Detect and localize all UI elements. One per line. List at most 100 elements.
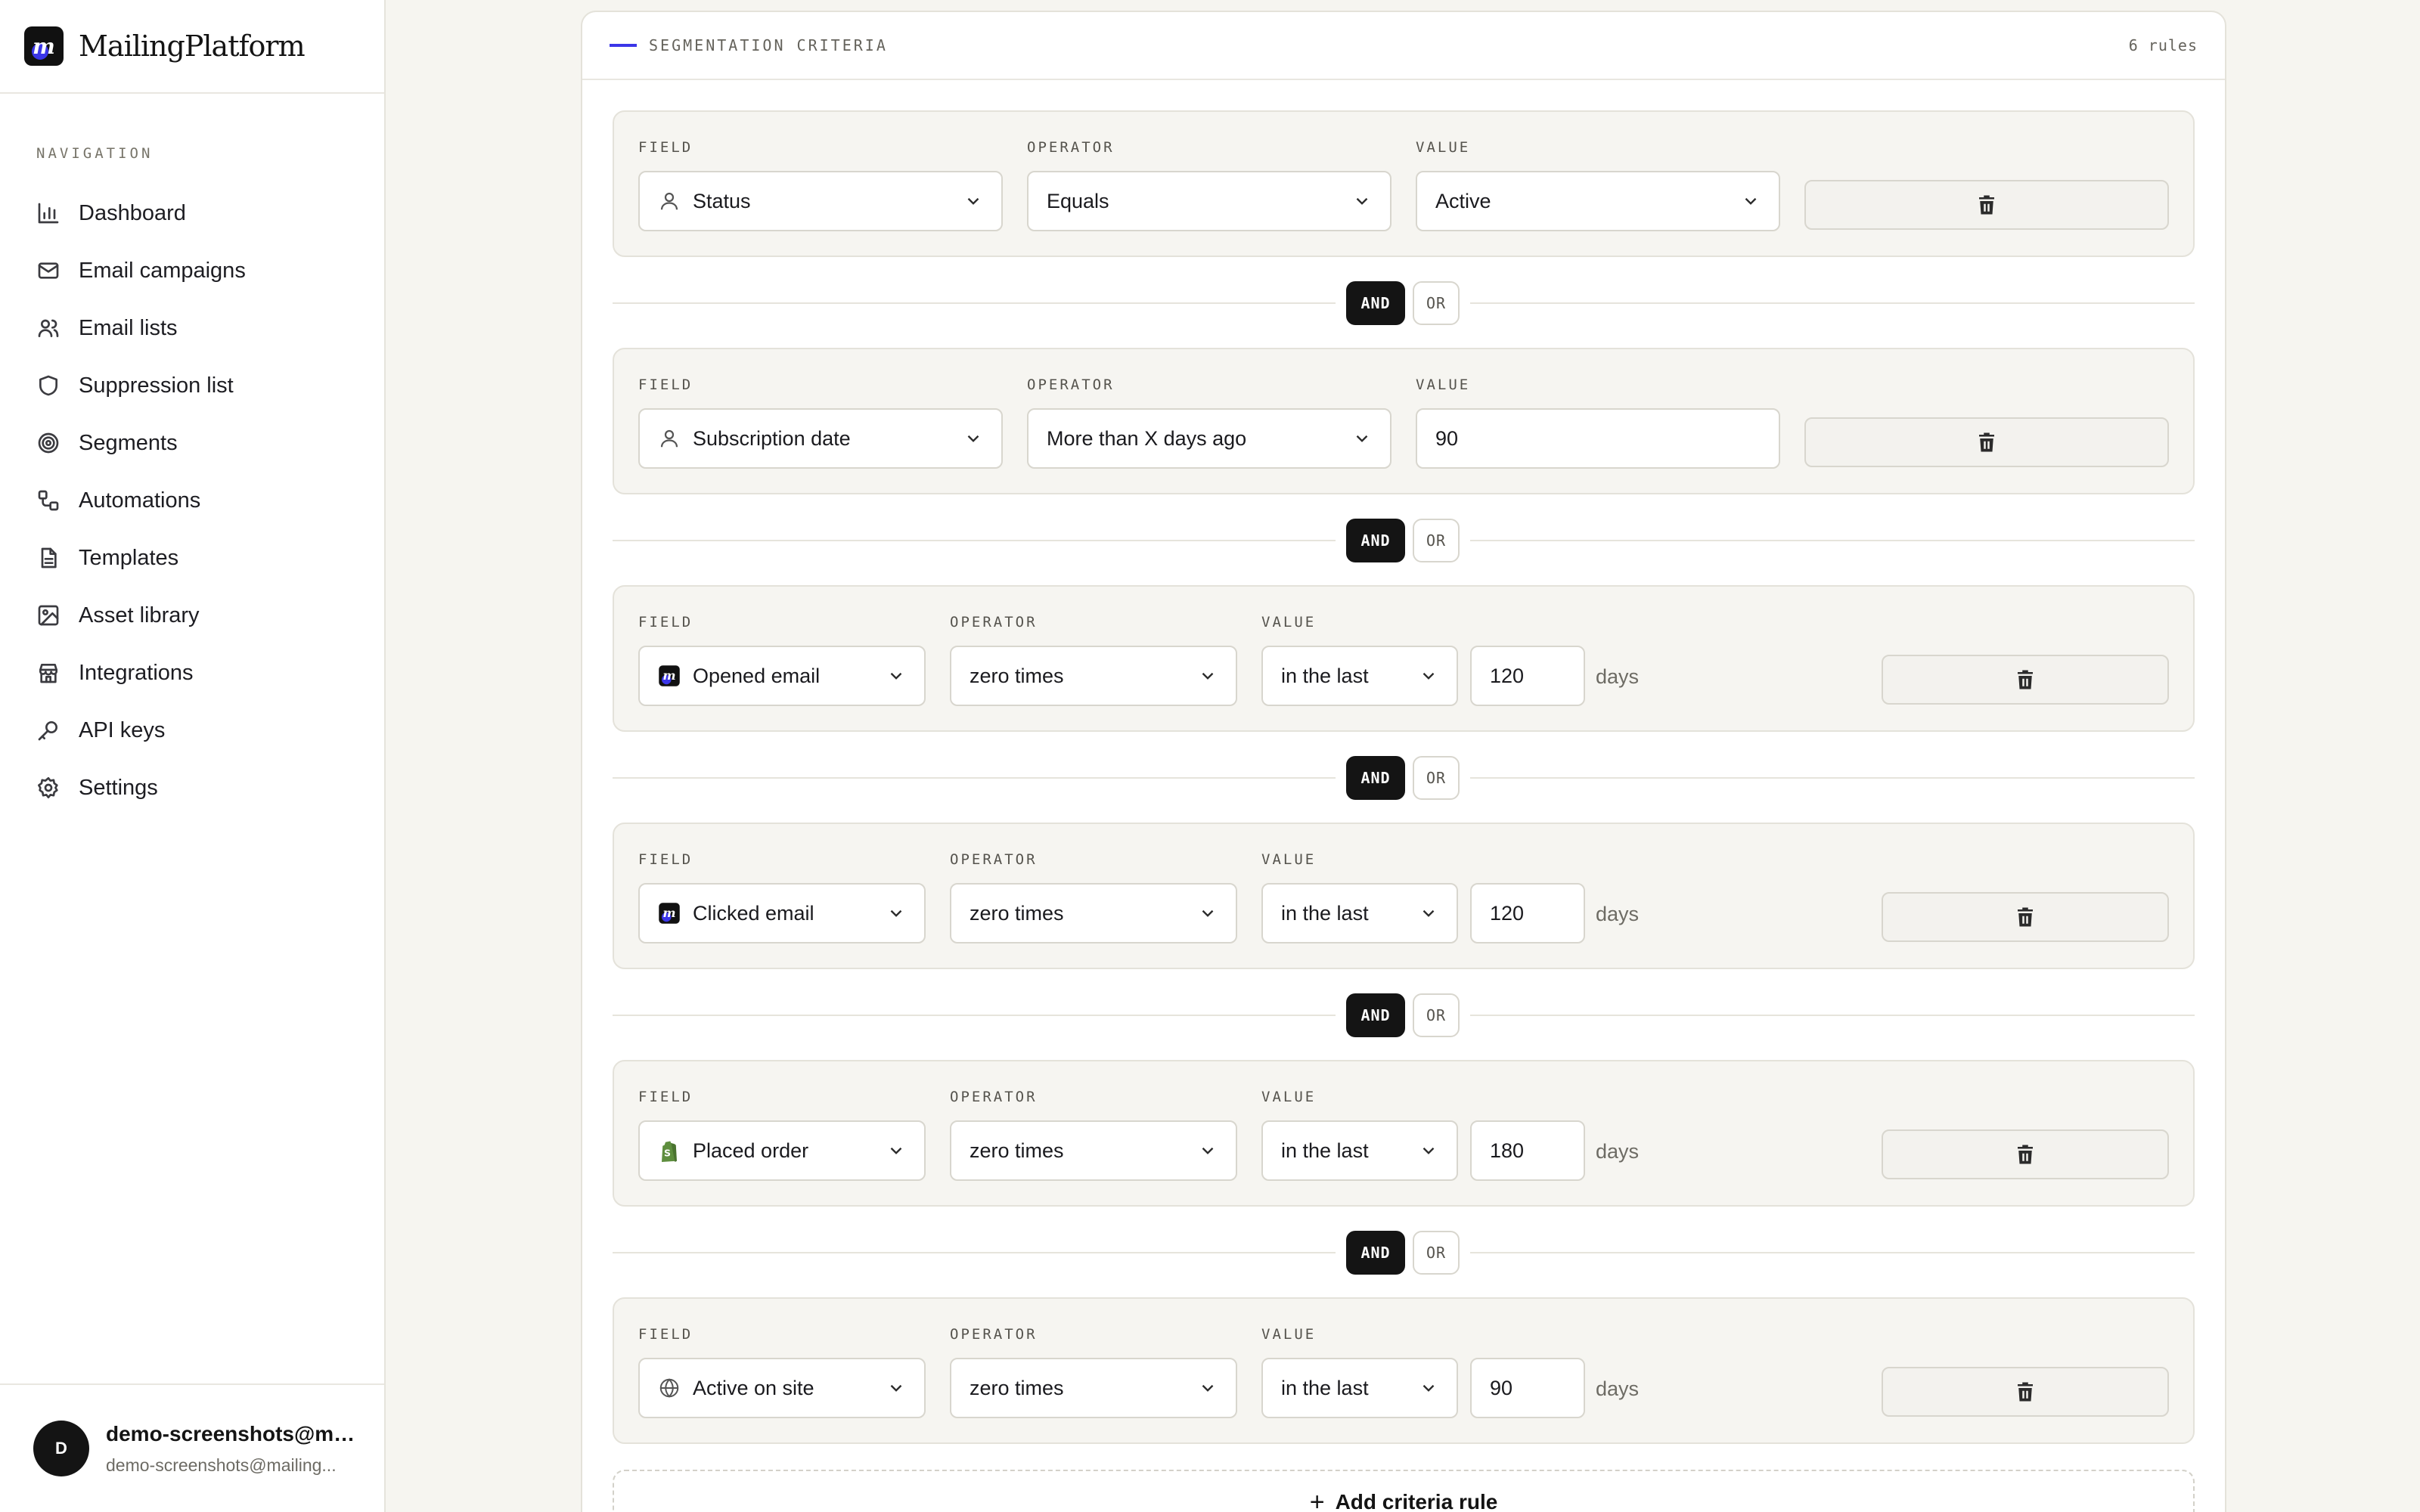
timeframe-value: in the last xyxy=(1281,1376,1369,1399)
sidebar-item-settings[interactable]: Settings xyxy=(0,759,384,816)
sidebar-item-templates[interactable]: Templates xyxy=(0,529,384,587)
field-select[interactable]: m Clicked email xyxy=(638,883,926,943)
shield-icon xyxy=(39,375,57,396)
delete-rule-button[interactable] xyxy=(1882,655,2169,705)
operator-label: OPERATOR xyxy=(1027,139,1115,156)
accent-bar xyxy=(610,44,637,47)
value-label: VALUE xyxy=(1416,139,1471,156)
value-label: VALUE xyxy=(1261,1089,1317,1105)
trash-icon xyxy=(1979,432,1994,452)
days-input-text: 120 xyxy=(1490,664,1525,687)
delete-rule-button[interactable] xyxy=(1804,417,2169,467)
criteria-rule: FIELD OPERATOR VALUE Subscription date M… xyxy=(613,348,2195,494)
value-input[interactable]: 90 xyxy=(1416,408,1780,469)
segmentation-criteria-card: SEGMENTATION CRITERIA 6 rules FIELD OPER… xyxy=(581,11,2226,1512)
value-label: VALUE xyxy=(1416,376,1471,393)
timeframe-select[interactable]: in the last xyxy=(1261,646,1458,706)
field-select[interactable]: S Placed order xyxy=(638,1120,926,1181)
days-input[interactable]: 120 xyxy=(1470,646,1585,706)
sidebar-item-email-campaigns[interactable]: Email campaigns xyxy=(0,242,384,299)
field-select[interactable]: m Opened email xyxy=(638,646,926,706)
field-select[interactable]: Status xyxy=(638,171,1003,231)
delete-rule-button[interactable] xyxy=(1882,1129,2169,1179)
operator-select[interactable]: More than X days ago xyxy=(1027,408,1392,469)
and-toggle-button[interactable]: AND xyxy=(1346,756,1405,800)
operator-value: zero times xyxy=(970,1376,1064,1399)
field-select[interactable]: Active on site xyxy=(638,1358,926,1418)
sidebar-item-suppression-list[interactable]: Suppression list xyxy=(0,357,384,414)
shopify-bag-icon: S xyxy=(662,1141,677,1162)
rule-connector: AND OR xyxy=(613,519,2195,562)
days-input[interactable]: 90 xyxy=(1470,1358,1585,1418)
days-input-text: 90 xyxy=(1490,1376,1513,1399)
trash-icon xyxy=(2018,1145,2033,1164)
sidebar-item-label: Templates xyxy=(79,545,179,570)
sidebar-item-integrations[interactable]: Integrations xyxy=(0,644,384,702)
or-toggle-button[interactable]: OR xyxy=(1413,756,1460,800)
sidebar-item-label: Suppression list xyxy=(79,373,234,398)
value-select[interactable]: Active xyxy=(1416,171,1780,231)
operator-select[interactable]: zero times xyxy=(950,883,1237,943)
rule-connector: AND OR xyxy=(613,756,2195,800)
sidebar-item-label: Email lists xyxy=(79,315,178,340)
user-account[interactable]: D demo-screenshots@ma... demo-screenshot… xyxy=(0,1383,384,1512)
and-toggle-button[interactable]: AND xyxy=(1346,1231,1405,1275)
field-select[interactable]: Subscription date xyxy=(638,408,1003,469)
chevron-down-icon xyxy=(890,672,902,680)
sidebar-item-automations[interactable]: Automations xyxy=(0,472,384,529)
chevron-down-icon xyxy=(890,1384,902,1392)
brand-header[interactable]: m MailingPlatform xyxy=(0,0,384,94)
field-value: Opened email xyxy=(693,664,821,687)
timeframe-select[interactable]: in the last xyxy=(1261,1120,1458,1181)
sidebar-item-dashboard[interactable]: Dashboard xyxy=(0,184,384,242)
and-toggle-button[interactable]: AND xyxy=(1346,993,1405,1037)
and-toggle-button[interactable]: AND xyxy=(1346,519,1405,562)
operator-label: OPERATOR xyxy=(950,851,1038,868)
days-unit: days xyxy=(1596,665,1640,688)
or-toggle-button[interactable]: OR xyxy=(1413,281,1460,325)
users-icon xyxy=(38,319,59,337)
chevron-down-icon xyxy=(1423,1147,1435,1154)
days-unit: days xyxy=(1596,1377,1640,1400)
main-navigation: Dashboard Email campaigns Email lists Su… xyxy=(0,184,384,816)
field-label: FIELD xyxy=(638,139,693,156)
delete-rule-button[interactable] xyxy=(1882,892,2169,942)
field-value: Clicked email xyxy=(693,901,814,925)
or-toggle-button[interactable]: OR xyxy=(1413,993,1460,1037)
delete-rule-button[interactable] xyxy=(1882,1367,2169,1417)
operator-select[interactable]: zero times xyxy=(950,1120,1237,1181)
sidebar-item-asset-library[interactable]: Asset library xyxy=(0,587,384,644)
sidebar-item-label: API keys xyxy=(79,717,166,742)
brand-name: MailingPlatform xyxy=(79,29,306,63)
or-toggle-button[interactable]: OR xyxy=(1413,1231,1460,1275)
or-toggle-button[interactable]: OR xyxy=(1413,519,1460,562)
chevron-down-icon xyxy=(1202,1147,1214,1154)
rule-connector: AND OR xyxy=(613,281,2195,325)
operator-select[interactable]: zero times xyxy=(950,1358,1237,1418)
chevron-down-icon xyxy=(1423,672,1435,680)
operator-select[interactable]: zero times xyxy=(950,646,1237,706)
rule-count: 6 rules xyxy=(2128,36,2198,54)
avatar: D xyxy=(33,1421,89,1476)
and-toggle-button[interactable]: AND xyxy=(1346,281,1405,325)
chevron-down-icon xyxy=(1202,1384,1214,1392)
sidebar-item-segments[interactable]: Segments xyxy=(0,414,384,472)
sidebar-item-label: Automations xyxy=(79,488,201,513)
sidebar-item-api-keys[interactable]: API keys xyxy=(0,702,384,759)
days-input[interactable]: 180 xyxy=(1470,1120,1585,1181)
timeframe-value: in the last xyxy=(1281,1139,1369,1162)
operator-select[interactable]: Equals xyxy=(1027,171,1392,231)
days-input[interactable]: 120 xyxy=(1470,883,1585,943)
value-value: Active xyxy=(1435,189,1491,212)
criteria-rule: FIELD OPERATOR VALUE S Placed order zero… xyxy=(613,1060,2195,1207)
sidebar-item-email-lists[interactable]: Email lists xyxy=(0,299,384,357)
timeframe-select[interactable]: in the last xyxy=(1261,883,1458,943)
chevron-down-icon xyxy=(1423,1384,1435,1392)
timeframe-select[interactable]: in the last xyxy=(1261,1358,1458,1418)
delete-rule-button[interactable] xyxy=(1804,180,2169,230)
sidebar-item-label: Settings xyxy=(79,775,158,800)
add-criteria-rule-button[interactable]: + Add criteria rule xyxy=(613,1470,2195,1512)
field-label: FIELD xyxy=(638,851,693,868)
field-label: FIELD xyxy=(638,376,693,393)
rule-connector: AND OR xyxy=(613,993,2195,1037)
